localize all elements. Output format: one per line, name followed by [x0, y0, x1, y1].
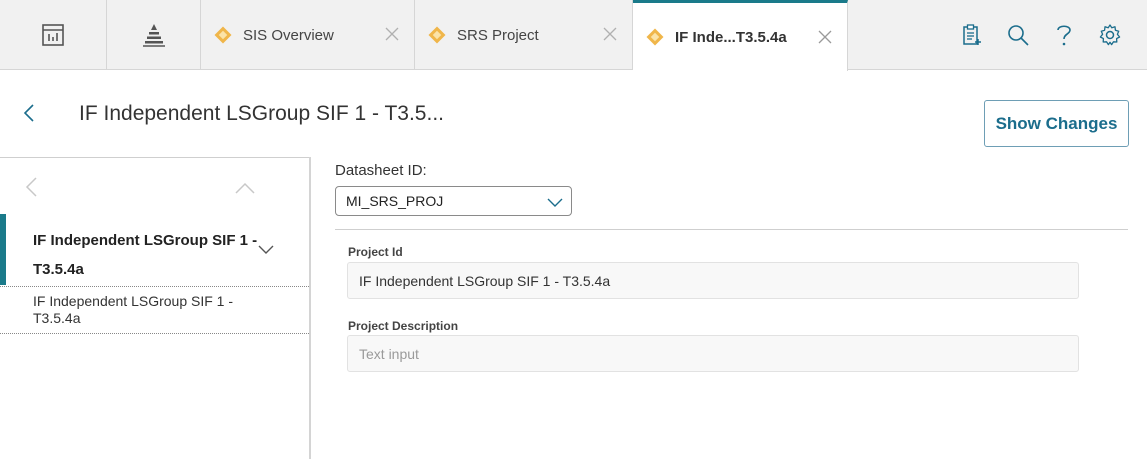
settings-button[interactable] [1087, 15, 1133, 55]
datasheet-selected-value: MI_SRS_PROJ [346, 193, 444, 209]
left-panel-item-child[interactable]: IF Independent LSGroup SIF 1 - T3.5.4a [0, 286, 309, 334]
tab-sis-overview[interactable]: SIS Overview [201, 0, 415, 70]
show-changes-button[interactable]: Show Changes [984, 100, 1129, 147]
clipboard-add-button[interactable] [949, 15, 995, 55]
help-icon [1057, 25, 1071, 46]
tab-label: SIS Overview [243, 26, 334, 44]
hierarchy-icon [142, 24, 165, 47]
datasheet-select[interactable]: MI_SRS_PROJ [335, 186, 572, 216]
tab-dashboard[interactable] [0, 0, 107, 70]
help-button[interactable] [1041, 15, 1087, 55]
diamond-icon [646, 28, 664, 46]
nav-back-icon[interactable] [22, 176, 42, 198]
close-icon[interactable] [602, 26, 618, 42]
close-icon[interactable] [384, 26, 400, 42]
left-panel-child-title: IF Independent LSGroup SIF 1 - T3.5.4a [33, 293, 234, 326]
chevron-up-icon[interactable] [234, 178, 256, 198]
dashboard-icon [42, 24, 64, 46]
datasheet-label: Datasheet ID: [335, 162, 427, 179]
close-icon[interactable] [817, 29, 833, 45]
panel-divider[interactable] [309, 157, 311, 459]
search-button[interactable] [995, 15, 1041, 55]
left-panel-item-title: IF Independent LSGroup SIF 1 - T3.5.4a [33, 232, 258, 278]
tab-bar: SIS Overview SRS Project IF Inde...T3.5.… [0, 0, 1147, 71]
diamond-icon [214, 26, 232, 44]
tab-srs-project[interactable]: SRS Project [415, 0, 633, 70]
search-icon [1008, 25, 1029, 46]
project-description-label: Project Description [348, 319, 459, 333]
back-arrow-icon[interactable] [18, 101, 42, 125]
left-panel: IF Independent LSGroup SIF 1 - T3.5.4a I… [0, 157, 311, 459]
clipboard-add-icon [963, 24, 981, 45]
tab-if-independent[interactable]: IF Inde...T3.5.4a [633, 0, 848, 71]
project-id-label: Project Id [348, 245, 403, 259]
tab-label: IF Inde...T3.5.4a [675, 28, 787, 46]
toolbar [949, 0, 1147, 70]
tab-hierarchy[interactable] [107, 0, 201, 70]
page-title: IF Independent LSGroup SIF 1 - T3.5... [79, 102, 444, 125]
diamond-icon [428, 26, 446, 44]
chevron-down-icon [547, 198, 563, 207]
project-description-field[interactable] [347, 335, 1079, 372]
left-panel-item-active[interactable]: IF Independent LSGroup SIF 1 - T3.5.4a [0, 214, 309, 285]
project-id-field[interactable] [347, 262, 1079, 299]
chevron-down-icon[interactable] [258, 241, 274, 257]
tab-label: SRS Project [457, 26, 539, 44]
divider [335, 229, 1128, 230]
settings-icon [1099, 24, 1121, 46]
page-header: IF Independent LSGroup SIF 1 - T3.5... S… [0, 71, 1147, 157]
